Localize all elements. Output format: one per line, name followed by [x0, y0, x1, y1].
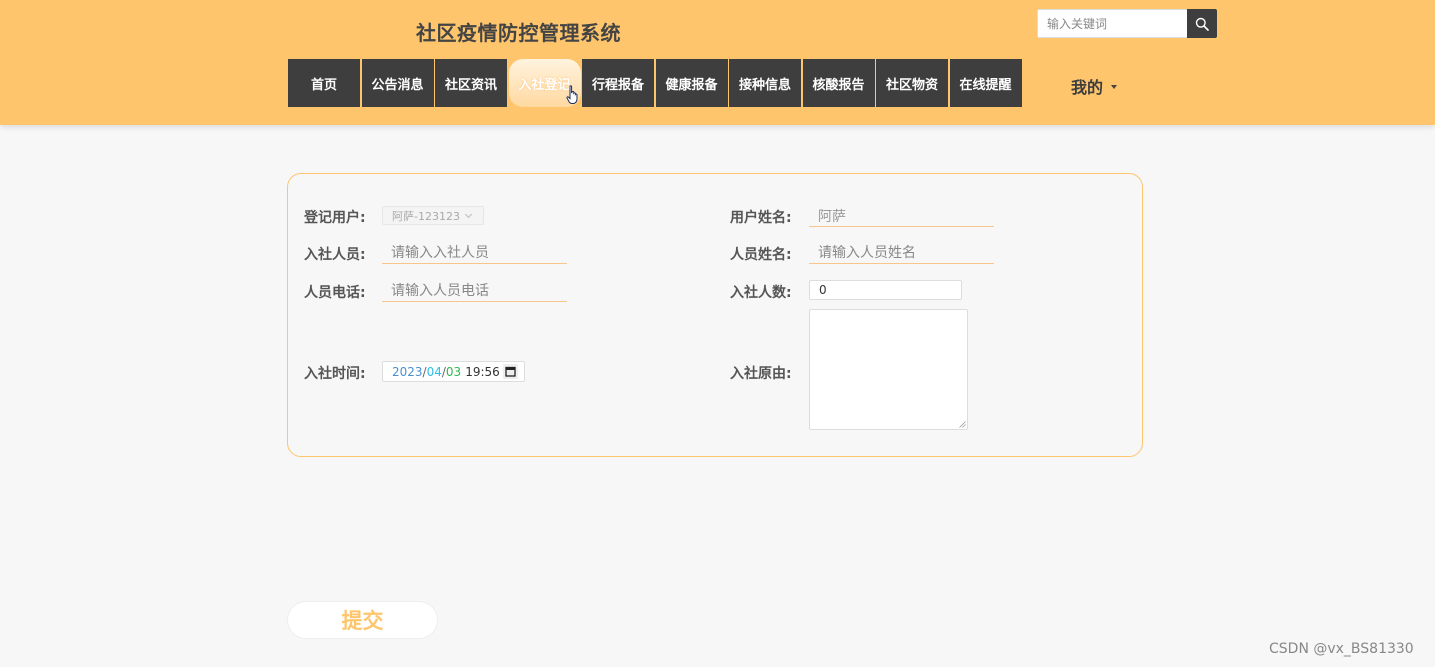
register-user-value: 阿萨-123123 [392, 209, 460, 223]
nav-item-health-report[interactable]: 健康报备 [655, 59, 728, 107]
register-user-label: 登记用户: [304, 210, 366, 226]
time-year: 2023 [392, 364, 423, 379]
nav-item-community-supplies[interactable]: 社区物资 [876, 59, 948, 107]
hand-cursor-icon [566, 85, 578, 104]
search-box [1037, 9, 1217, 38]
nav-item-home[interactable]: 首页 [288, 59, 360, 107]
search-input[interactable] [1037, 9, 1187, 38]
chevron-down-icon [464, 210, 473, 218]
count-field[interactable]: 0 [809, 280, 962, 300]
reason-textarea[interactable] [809, 309, 968, 430]
header-bar: 社区疫情防控管理系统 首页 公告消息 社区资讯 入社登记 行程报备 健康报备 接… [0, 0, 1435, 125]
submit-button[interactable]: 提交 [287, 601, 438, 639]
time-month: 04 [426, 364, 442, 379]
search-button[interactable] [1187, 9, 1217, 38]
time-clock: 19:56 [465, 364, 500, 379]
watermark: CSDN @vx_BS81330 [1269, 641, 1414, 657]
main-nav: 首页 公告消息 社区资讯 入社登记 行程报备 健康报备 接种信息 核酸报告 社区… [288, 59, 1022, 107]
calendar-icon[interactable] [503, 364, 518, 379]
register-user-select[interactable]: 阿萨-123123 [382, 206, 484, 225]
nav-item-nucleic-acid-report[interactable]: 核酸报告 [802, 59, 875, 107]
nav-item-community-news[interactable]: 社区资讯 [435, 59, 507, 107]
time-label: 入社时间: [304, 366, 366, 382]
my-account-label: 我的 [1071, 78, 1104, 97]
registration-form: 登记用户: 阿萨-123123 用户姓名: 入社人员: 人员姓名: 人员电话: … [287, 173, 1143, 457]
time-day: 03 [445, 364, 462, 379]
nav-item-vaccination-info[interactable]: 接种信息 [729, 59, 801, 107]
time-field[interactable]: 2023/04/03 19:56 [382, 361, 525, 382]
my-account-menu[interactable]: 我的 [1071, 74, 1118, 98]
person-name-field[interactable] [809, 242, 994, 264]
user-name-field[interactable] [809, 205, 994, 227]
phone-field[interactable] [382, 280, 567, 302]
count-label: 入社人数: [730, 285, 792, 301]
nav-item-travel-report[interactable]: 行程报备 [582, 59, 654, 107]
person-name-label: 人员姓名: [730, 247, 792, 263]
member-label: 入社人员: [304, 247, 366, 263]
search-icon [1195, 17, 1209, 31]
caret-down-icon [1111, 85, 1118, 89]
site-title: 社区疫情防控管理系统 [416, 21, 621, 45]
nav-item-online-reminder[interactable]: 在线提醒 [949, 59, 1022, 107]
phone-label: 人员电话: [304, 285, 366, 301]
resize-grip-icon[interactable] [959, 421, 966, 428]
reason-label: 入社原由: [730, 366, 792, 382]
user-name-label: 用户姓名: [730, 210, 792, 226]
nav-item-announcements[interactable]: 公告消息 [361, 59, 434, 107]
member-field[interactable] [382, 242, 567, 264]
